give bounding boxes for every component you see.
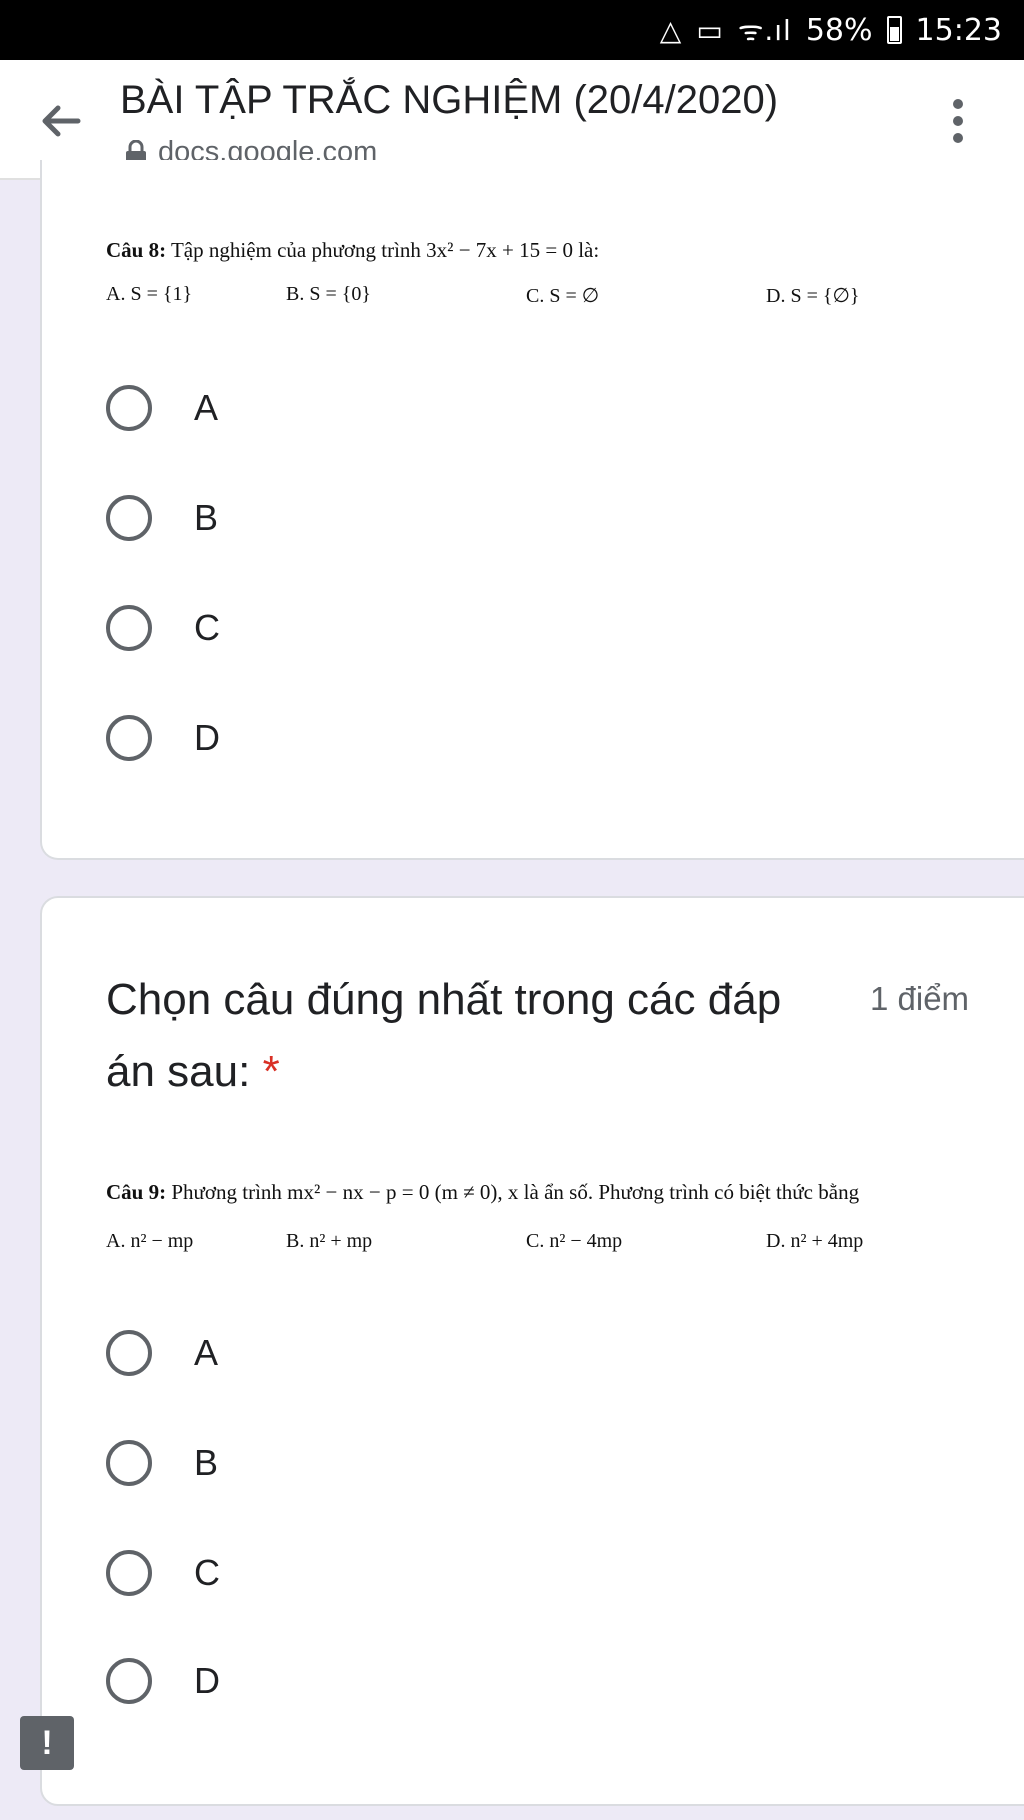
option-label: A <box>194 1332 219 1373</box>
radio-button[interactable] <box>106 1330 152 1376</box>
status-bar: △ ▭ ᯤ.ıl 58% 15:23 <box>0 0 1024 60</box>
question-9-body: Phương trình mx² − nx − p = 0 (m ≠ 0), x… <box>171 1180 860 1204</box>
drive-icon: △ <box>659 13 683 47</box>
option-label: B <box>194 1442 219 1483</box>
question-9-text: Câu 9: Phương trình mx² − nx − p = 0 (m … <box>106 1180 859 1205</box>
q8-option-c[interactable]: C <box>106 605 220 651</box>
radio-button[interactable] <box>106 385 152 431</box>
question-heading: Chọn câu đúng nhất trong các đáp án sau:… <box>106 964 796 1108</box>
q9-answer-b: B. n² + mp <box>286 1230 373 1252</box>
required-asterisk: * <box>262 1047 280 1096</box>
radio-button[interactable] <box>106 715 152 761</box>
question-heading-text: Chọn câu đúng nhất trong các đáp án sau: <box>106 975 782 1096</box>
q8-option-b[interactable]: B <box>106 495 218 541</box>
radio-button[interactable] <box>106 605 152 651</box>
q8-option-a[interactable]: A <box>106 385 218 431</box>
cast-icon: ▭ <box>696 13 724 47</box>
clock: 15:23 <box>915 12 1002 48</box>
radio-button[interactable] <box>106 1440 152 1486</box>
q9-answer-c: C. n² − 4mp <box>526 1230 623 1252</box>
option-label: D <box>194 717 220 758</box>
q9-option-d[interactable]: D <box>106 1658 220 1704</box>
report-feedback-icon[interactable]: ! <box>20 1716 74 1770</box>
q8-option-d[interactable]: D <box>106 715 220 761</box>
option-label: B <box>194 497 219 538</box>
wifi-signal-icon: ᯤ.ıl <box>737 14 792 47</box>
radio-button[interactable] <box>106 1658 152 1704</box>
points-label: 1 điểm <box>870 980 970 1017</box>
q9-option-a[interactable]: A <box>106 1330 218 1376</box>
q8-answer-b: B. S = {0} <box>286 283 371 305</box>
more-options-icon[interactable] <box>946 96 970 146</box>
q9-answer-d: D. n² + 4mp <box>766 1230 864 1252</box>
page-title: BÀI TẬP TRẮC NGHIỆM (20/4/2020) <box>120 78 779 122</box>
battery-percent: 58% <box>805 12 873 48</box>
option-label: D <box>194 1660 220 1701</box>
option-label: C <box>194 607 220 648</box>
radio-button[interactable] <box>106 495 152 541</box>
option-label: C <box>194 1552 220 1593</box>
battery-icon <box>886 16 902 44</box>
q8-answer-d: D. S = {∅} <box>766 285 860 307</box>
question-9-label: Câu 9: <box>106 1180 167 1204</box>
q8-answer-c: C. S = ∅ <box>526 285 600 307</box>
q9-answer-a: A. n² − mp <box>106 1230 194 1252</box>
option-label: A <box>194 387 219 428</box>
radio-button[interactable] <box>106 1550 152 1596</box>
question-8-label: Câu 8: <box>106 238 167 262</box>
question-8-text: Câu 8: Tập nghiệm của phương trình 3x² −… <box>106 238 599 263</box>
back-arrow-icon[interactable] <box>36 96 86 146</box>
q8-answer-a: A. S = {1} <box>106 283 193 305</box>
question-8-body: Tập nghiệm của phương trình 3x² − 7x + 1… <box>170 238 600 262</box>
q9-option-c[interactable]: C <box>106 1550 220 1596</box>
q9-option-b[interactable]: B <box>106 1440 218 1486</box>
